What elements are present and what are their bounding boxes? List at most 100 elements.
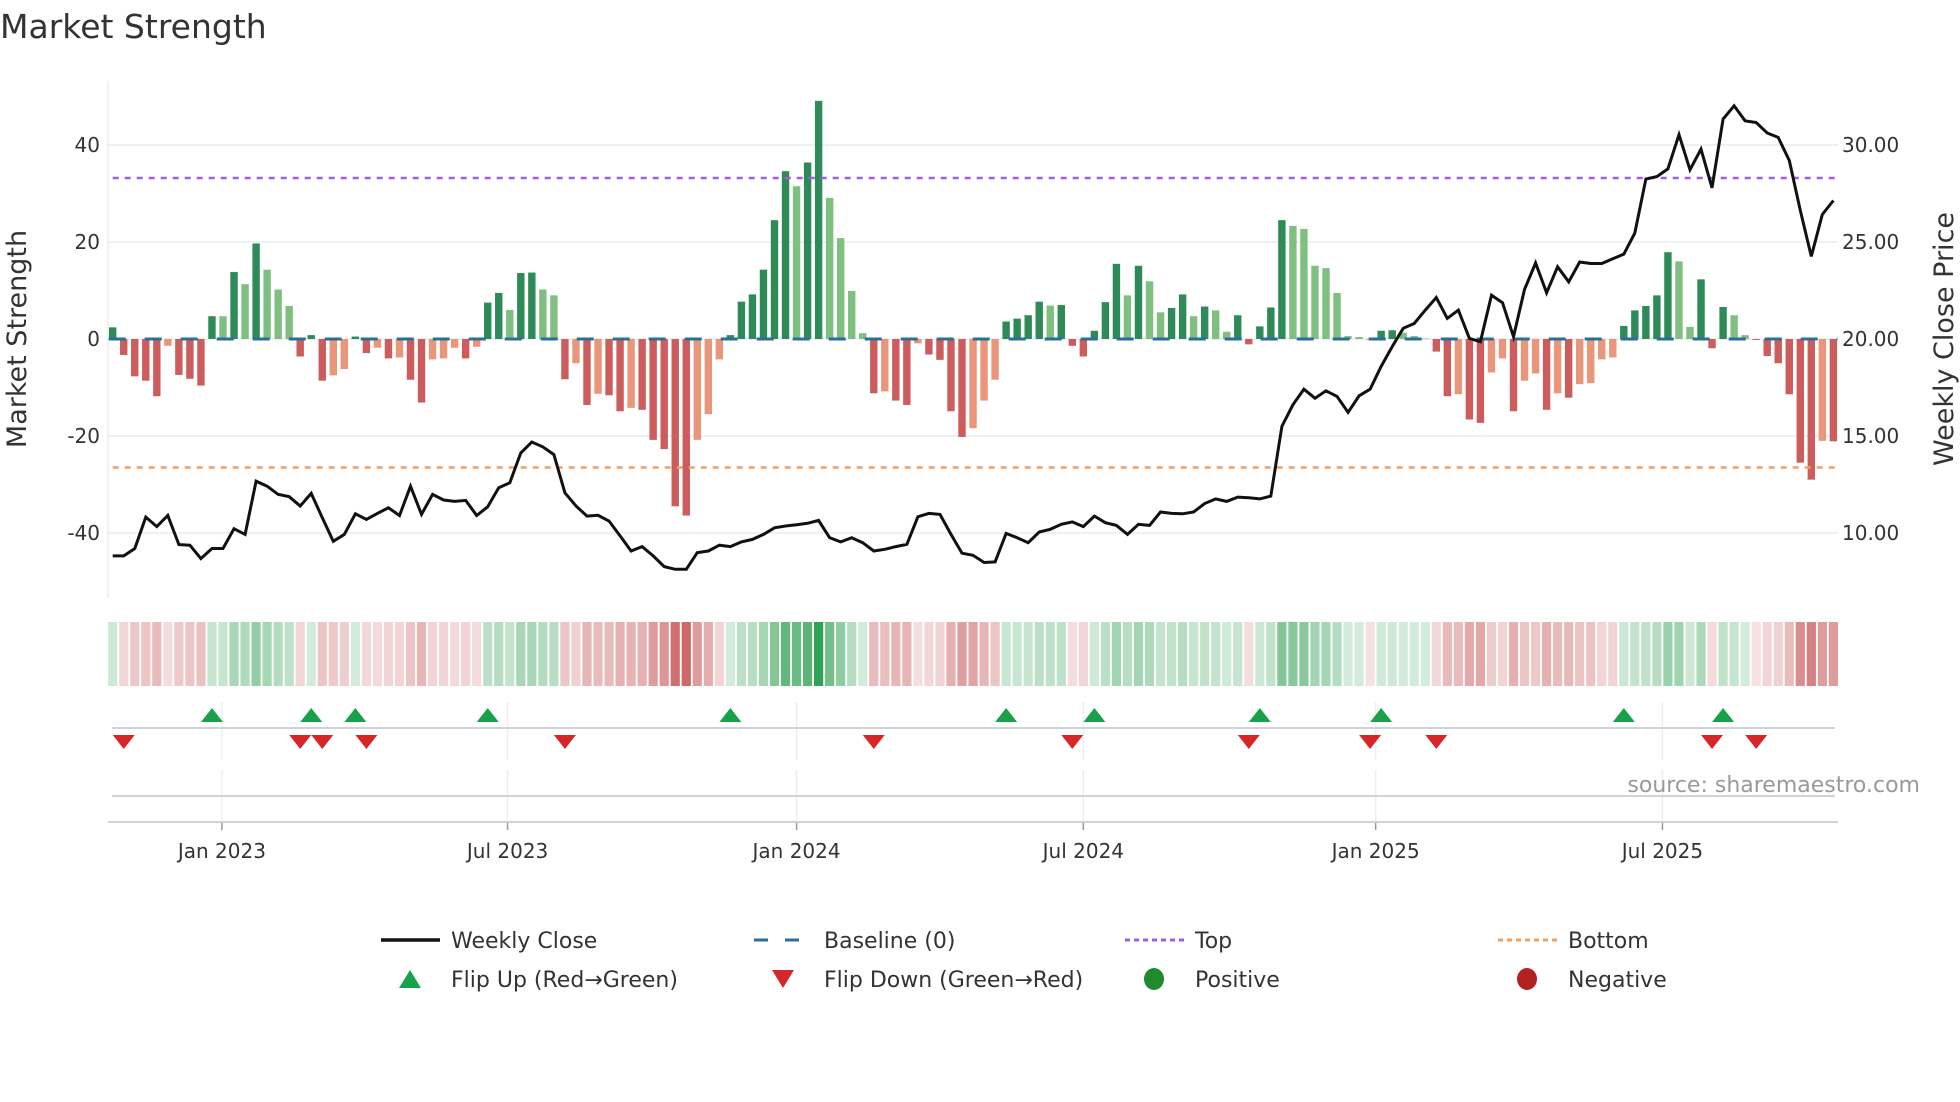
strength-bar (1763, 339, 1771, 356)
strength-bar (1553, 339, 1562, 394)
strength-bar (561, 339, 569, 380)
heat-cell (1729, 622, 1739, 686)
strength-bar (704, 339, 713, 415)
heat-cell (439, 622, 449, 686)
legend-label: Bottom (1568, 929, 1649, 954)
heat-cell (317, 622, 327, 686)
flip-up-marker (1248, 708, 1271, 722)
strength-bar (1002, 321, 1010, 339)
heat-cell (1553, 622, 1563, 686)
heat-cell (1144, 622, 1155, 686)
strength-bar (1454, 339, 1463, 395)
heat-cell (1828, 622, 1838, 686)
strength-bar (649, 339, 657, 440)
heat-cell (494, 622, 504, 686)
strength-bar (616, 339, 624, 412)
strength-bar (572, 339, 580, 364)
heat-cell (461, 622, 471, 686)
x-tick-label: Jul 2023 (465, 839, 548, 863)
strength-bar (660, 339, 668, 450)
heat-cell (1310, 622, 1320, 686)
heat-cell (1542, 622, 1552, 686)
heat-cell (659, 622, 669, 686)
heat-cell (516, 622, 526, 686)
heat-cell (1784, 622, 1794, 686)
strength-bar (274, 289, 282, 339)
strength-bar (1388, 330, 1396, 339)
heat-cell (615, 622, 625, 686)
strength-bar (605, 339, 613, 396)
heat-cell (1586, 622, 1596, 686)
heat-cell (1266, 622, 1276, 686)
y-tick-label: -20 (67, 424, 100, 448)
y-tick-label: 40 (75, 133, 100, 157)
strength-bar (1057, 305, 1065, 339)
heat-cell (802, 622, 813, 686)
heat-cell (1530, 622, 1541, 686)
strength-bar (825, 197, 834, 339)
strength-bar (594, 339, 602, 394)
x-tick-label: Jul 2024 (1041, 839, 1124, 863)
heat-cell (1442, 622, 1452, 686)
flip-up-marker (476, 708, 499, 722)
strength-bar (296, 339, 304, 357)
heat-cell (990, 622, 1000, 686)
heat-cell (141, 622, 151, 686)
legend-label: Flip Up (Red→Green) (451, 968, 678, 993)
strength-bar (131, 339, 139, 377)
strength-bar (781, 171, 790, 339)
heat-cell (483, 622, 493, 686)
strength-bar (120, 339, 128, 356)
strength-bar (870, 339, 878, 394)
strength-bar (958, 339, 966, 437)
flip-down-marker (311, 735, 334, 749)
heat-cell (1497, 622, 1508, 686)
chart-title: Market Strength (0, 7, 267, 46)
strength-bar (395, 339, 404, 358)
heat-cell (251, 622, 261, 686)
strength-bar (362, 339, 371, 354)
strength-bar (1465, 339, 1474, 420)
grid-lines (107, 81, 1838, 822)
strength-bar (737, 301, 746, 339)
strength-bar (1697, 279, 1705, 339)
heat-cell (1100, 622, 1110, 686)
heat-cell (505, 622, 515, 686)
heat-cell (119, 622, 129, 686)
y-tick-label: 0 (87, 327, 100, 351)
strength-bar (517, 273, 525, 339)
strength-bars (109, 100, 1838, 516)
heat-cell (814, 622, 824, 686)
strength-bar (627, 339, 635, 408)
heat-strip (108, 622, 1838, 686)
heat-cell (372, 622, 383, 686)
heat-cell (902, 622, 912, 686)
heat-cell (869, 622, 879, 686)
heat-cell (1299, 622, 1309, 686)
heat-cell (1288, 622, 1298, 686)
strength-bar (1311, 265, 1319, 339)
heat-cell (979, 622, 989, 686)
heat-cell (1111, 622, 1122, 686)
heat-cell (207, 622, 217, 686)
strength-bar (1631, 310, 1639, 339)
heat-cell (1453, 622, 1463, 686)
strength-bar (1730, 315, 1738, 339)
legend-label: Negative (1568, 968, 1667, 993)
heat-cell (780, 622, 791, 686)
heat-cell (791, 622, 802, 686)
heat-cell (1166, 622, 1177, 686)
heat-cell (295, 622, 305, 686)
flip-down-marker (1061, 735, 1084, 749)
heat-cell (1387, 622, 1397, 686)
heat-cell (637, 622, 647, 686)
heat-cell (825, 622, 835, 686)
strength-bar (1101, 302, 1110, 339)
x-tick-label: Jan 2023 (176, 839, 266, 863)
strength-bar (1675, 261, 1683, 339)
strength-bar (638, 339, 646, 410)
heat-cell (108, 622, 118, 686)
heat-cell (880, 622, 890, 686)
flip-down-marker (112, 735, 135, 749)
strength-bar (495, 292, 503, 339)
